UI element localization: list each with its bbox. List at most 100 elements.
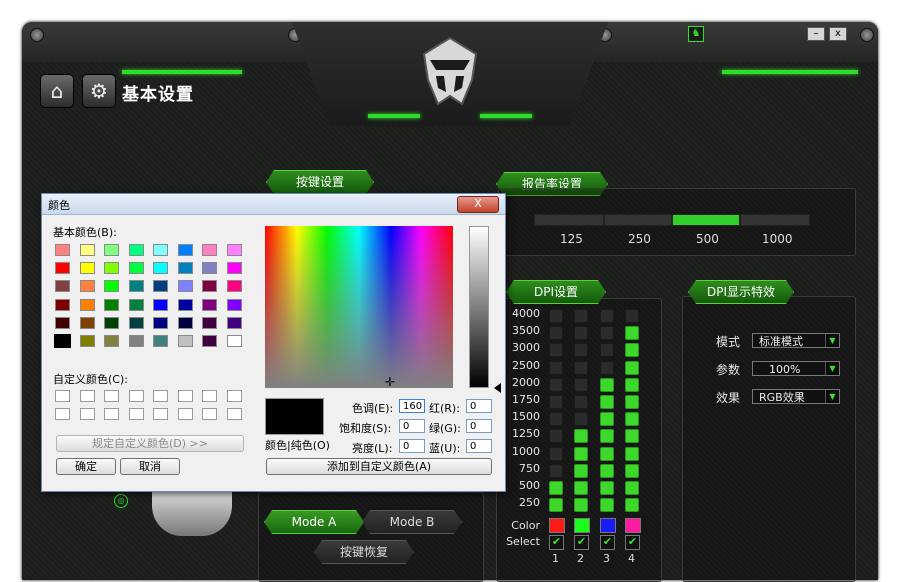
custom-color-swatch[interactable] [177,390,193,402]
define-custom-colors-button[interactable]: 规定自定义颜色(D) >> [56,435,244,452]
basic-color-swatch[interactable] [202,335,217,347]
basic-color-swatch[interactable] [79,316,95,329]
dpi-level-cell[interactable] [625,343,639,358]
dpi-level-cell[interactable] [574,326,588,341]
settings-button[interactable]: ⚙ [82,74,116,108]
dpi-select-checkbox[interactable]: ✔ [600,535,615,550]
basic-color-swatch[interactable] [55,262,70,275]
red-field[interactable]: 0 [466,399,492,413]
mode-select[interactable]: 标准模式 ▼ [752,333,840,348]
dpi-level-cell[interactable] [549,412,563,427]
dpi-level-cell[interactable] [600,463,614,478]
dpi-level-cell[interactable] [574,480,588,495]
dpi-level-cell[interactable] [625,429,639,444]
basic-color-swatch[interactable] [128,244,144,256]
basic-color-swatch[interactable] [128,280,144,293]
key-reset-button[interactable]: 按键恢复 [314,540,414,564]
dpi-level-cell[interactable] [600,394,614,409]
dpi-level-cell[interactable] [625,326,639,341]
luminance-slider[interactable] [469,226,489,388]
minimize-button[interactable]: – [807,27,825,41]
dpi-level-cell[interactable] [549,360,563,375]
dialog-close-button[interactable]: X [457,196,499,213]
custom-color-swatch[interactable] [153,390,168,402]
basic-color-swatch[interactable] [202,244,217,256]
dpi-level-cell[interactable] [574,429,588,444]
basic-color-swatch[interactable] [153,280,168,293]
custom-color-swatch[interactable] [55,408,70,420]
basic-color-swatch[interactable] [79,262,95,275]
custom-color-swatch[interactable] [128,390,144,402]
luminance-field[interactable]: 0 [399,439,425,453]
param-select[interactable]: 100% ▼ [752,361,840,376]
custom-color-swatch[interactable] [153,408,168,420]
basic-color-swatch[interactable] [104,244,119,256]
close-window-button[interactable]: x [829,27,847,41]
basic-color-swatch[interactable] [104,316,119,329]
dpi-level-cell[interactable] [625,309,639,323]
dpi-level-cell[interactable] [574,309,588,323]
basic-color-swatch[interactable] [55,280,70,293]
rate-segment[interactable] [534,214,604,226]
green-field[interactable]: 0 [466,419,492,433]
dpi-level-cell[interactable] [549,463,563,478]
dropdown-arrow-icon[interactable]: ▼ [825,362,839,375]
dpi-level-cell[interactable] [625,377,639,392]
dpi-color-swatch[interactable] [600,518,616,533]
dpi-level-cell[interactable] [549,377,563,392]
basic-color-swatch[interactable] [128,262,144,275]
dpi-level-cell[interactable] [574,343,588,358]
custom-color-swatch[interactable] [128,408,144,420]
basic-color-swatch[interactable] [128,316,144,329]
dpi-level-cell[interactable] [574,412,588,427]
dpi-level-cell[interactable] [574,446,588,461]
basic-color-swatch[interactable] [79,298,95,311]
dpi-column[interactable] [625,309,639,515]
basic-color-swatch[interactable] [153,262,168,275]
basic-color-swatch[interactable] [226,280,242,293]
dpi-column[interactable] [600,309,614,515]
basic-color-swatch[interactable] [128,335,144,347]
basic-color-swatch[interactable] [202,316,217,329]
dpi-select-checkbox[interactable]: ✔ [625,535,640,550]
basic-color-swatch[interactable] [226,316,242,329]
basic-color-swatch[interactable] [79,244,95,256]
dpi-column[interactable] [549,309,563,515]
color-spectrum[interactable] [265,226,453,388]
rate-option[interactable]: 500 [696,232,719,246]
custom-color-swatch[interactable] [79,390,95,402]
mode-b-button[interactable]: Mode B [362,510,462,534]
dpi-level-cell[interactable] [600,360,614,375]
dpi-level-cell[interactable] [574,360,588,375]
dpi-level-cell[interactable] [600,429,614,444]
tab-key-settings[interactable]: 按键设置 [266,170,374,194]
hue-field[interactable]: 160 [399,399,425,413]
dpi-level-cell[interactable] [549,446,563,461]
saturation-field[interactable]: 0 [399,419,425,433]
basic-color-swatch[interactable] [54,334,71,348]
dpi-level-cell[interactable] [600,480,614,495]
ok-button[interactable]: 确定 [56,458,116,475]
basic-color-swatch[interactable] [226,335,242,347]
basic-color-swatch[interactable] [226,262,242,275]
basic-color-swatch[interactable] [226,244,242,256]
basic-color-swatch[interactable] [104,298,119,311]
dpi-level-cell[interactable] [625,412,639,427]
dpi-level-cell[interactable] [574,498,588,513]
dpi-level-cell[interactable] [549,480,563,495]
dpi-level-cell[interactable] [625,498,639,513]
dpi-level-cell[interactable] [600,309,614,323]
cancel-button[interactable]: 取消 [120,458,180,475]
dpi-level-cell[interactable] [549,498,563,513]
dpi-level-cell[interactable] [574,394,588,409]
basic-color-swatch[interactable] [177,298,193,311]
basic-color-swatch[interactable] [79,280,95,293]
rate-segment-selected[interactable] [672,214,740,226]
basic-color-swatch[interactable] [202,280,217,293]
basic-color-swatch[interactable] [104,280,119,293]
dpi-level-cell[interactable] [600,343,614,358]
custom-color-swatch[interactable] [226,390,242,402]
dpi-level-cell[interactable] [549,343,563,358]
basic-color-swatch[interactable] [153,316,168,329]
dropdown-arrow-icon[interactable]: ▼ [825,334,839,347]
